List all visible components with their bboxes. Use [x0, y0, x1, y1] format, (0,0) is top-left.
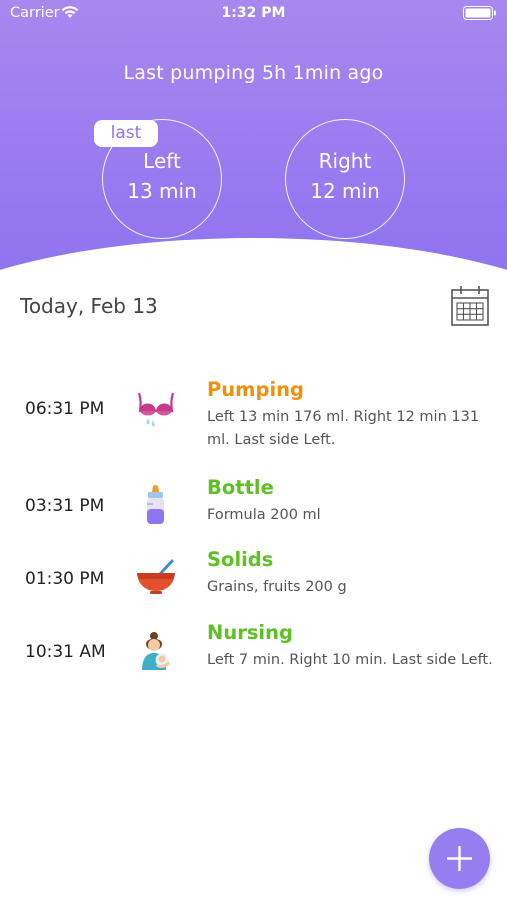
entry-detail: Grains, fruits 200 g: [207, 579, 347, 595]
add-entry-button[interactable]: [429, 828, 490, 889]
entry-detail: Left 13 min 176 ml. Right 12 min 131 ml.…: [207, 409, 480, 448]
entry-time: 10:31 AM: [25, 642, 106, 662]
entry-time: 01:30 PM: [25, 569, 105, 589]
last-pumping-text: Last pumping 5h 1min ago: [123, 62, 384, 84]
entry-detail: Left 7 min. Right 10 min. Last side Left…: [207, 652, 493, 668]
right-side-circle[interactable]: Right 12 min: [285, 119, 405, 239]
pumping-icon: [137, 392, 175, 427]
right-side-duration: 12 min: [310, 179, 380, 203]
status-time: 1:32 PM: [221, 5, 286, 21]
last-badge: last: [94, 120, 158, 147]
entry-title: Nursing: [207, 621, 293, 644]
bottle-icon: [147, 485, 164, 524]
left-side-label: Left: [143, 149, 181, 173]
right-side-label: Right: [318, 149, 372, 173]
entry-detail: Formula 200 ml: [207, 507, 321, 523]
status-bar: Carrier 1:32 PM: [0, 0, 507, 28]
entry-time: 06:31 PM: [25, 399, 105, 419]
bowl-icon: [137, 559, 175, 594]
calendar-icon[interactable]: [450, 285, 490, 327]
entry-title: Solids: [207, 548, 274, 571]
plus-icon: [447, 846, 472, 871]
left-side-duration: 13 min: [127, 179, 197, 203]
nursing-icon: [142, 632, 170, 670]
entry-title: Bottle: [207, 476, 274, 499]
date-title: Today, Feb 13: [20, 294, 158, 318]
battery-icon: [463, 6, 496, 20]
header: Carrier 1:32 PM Last pumping 5h 1min ago…: [0, 0, 507, 275]
header-curve: [0, 238, 507, 275]
entry-time: 03:31 PM: [25, 496, 105, 516]
entry-title: Pumping: [207, 378, 304, 401]
